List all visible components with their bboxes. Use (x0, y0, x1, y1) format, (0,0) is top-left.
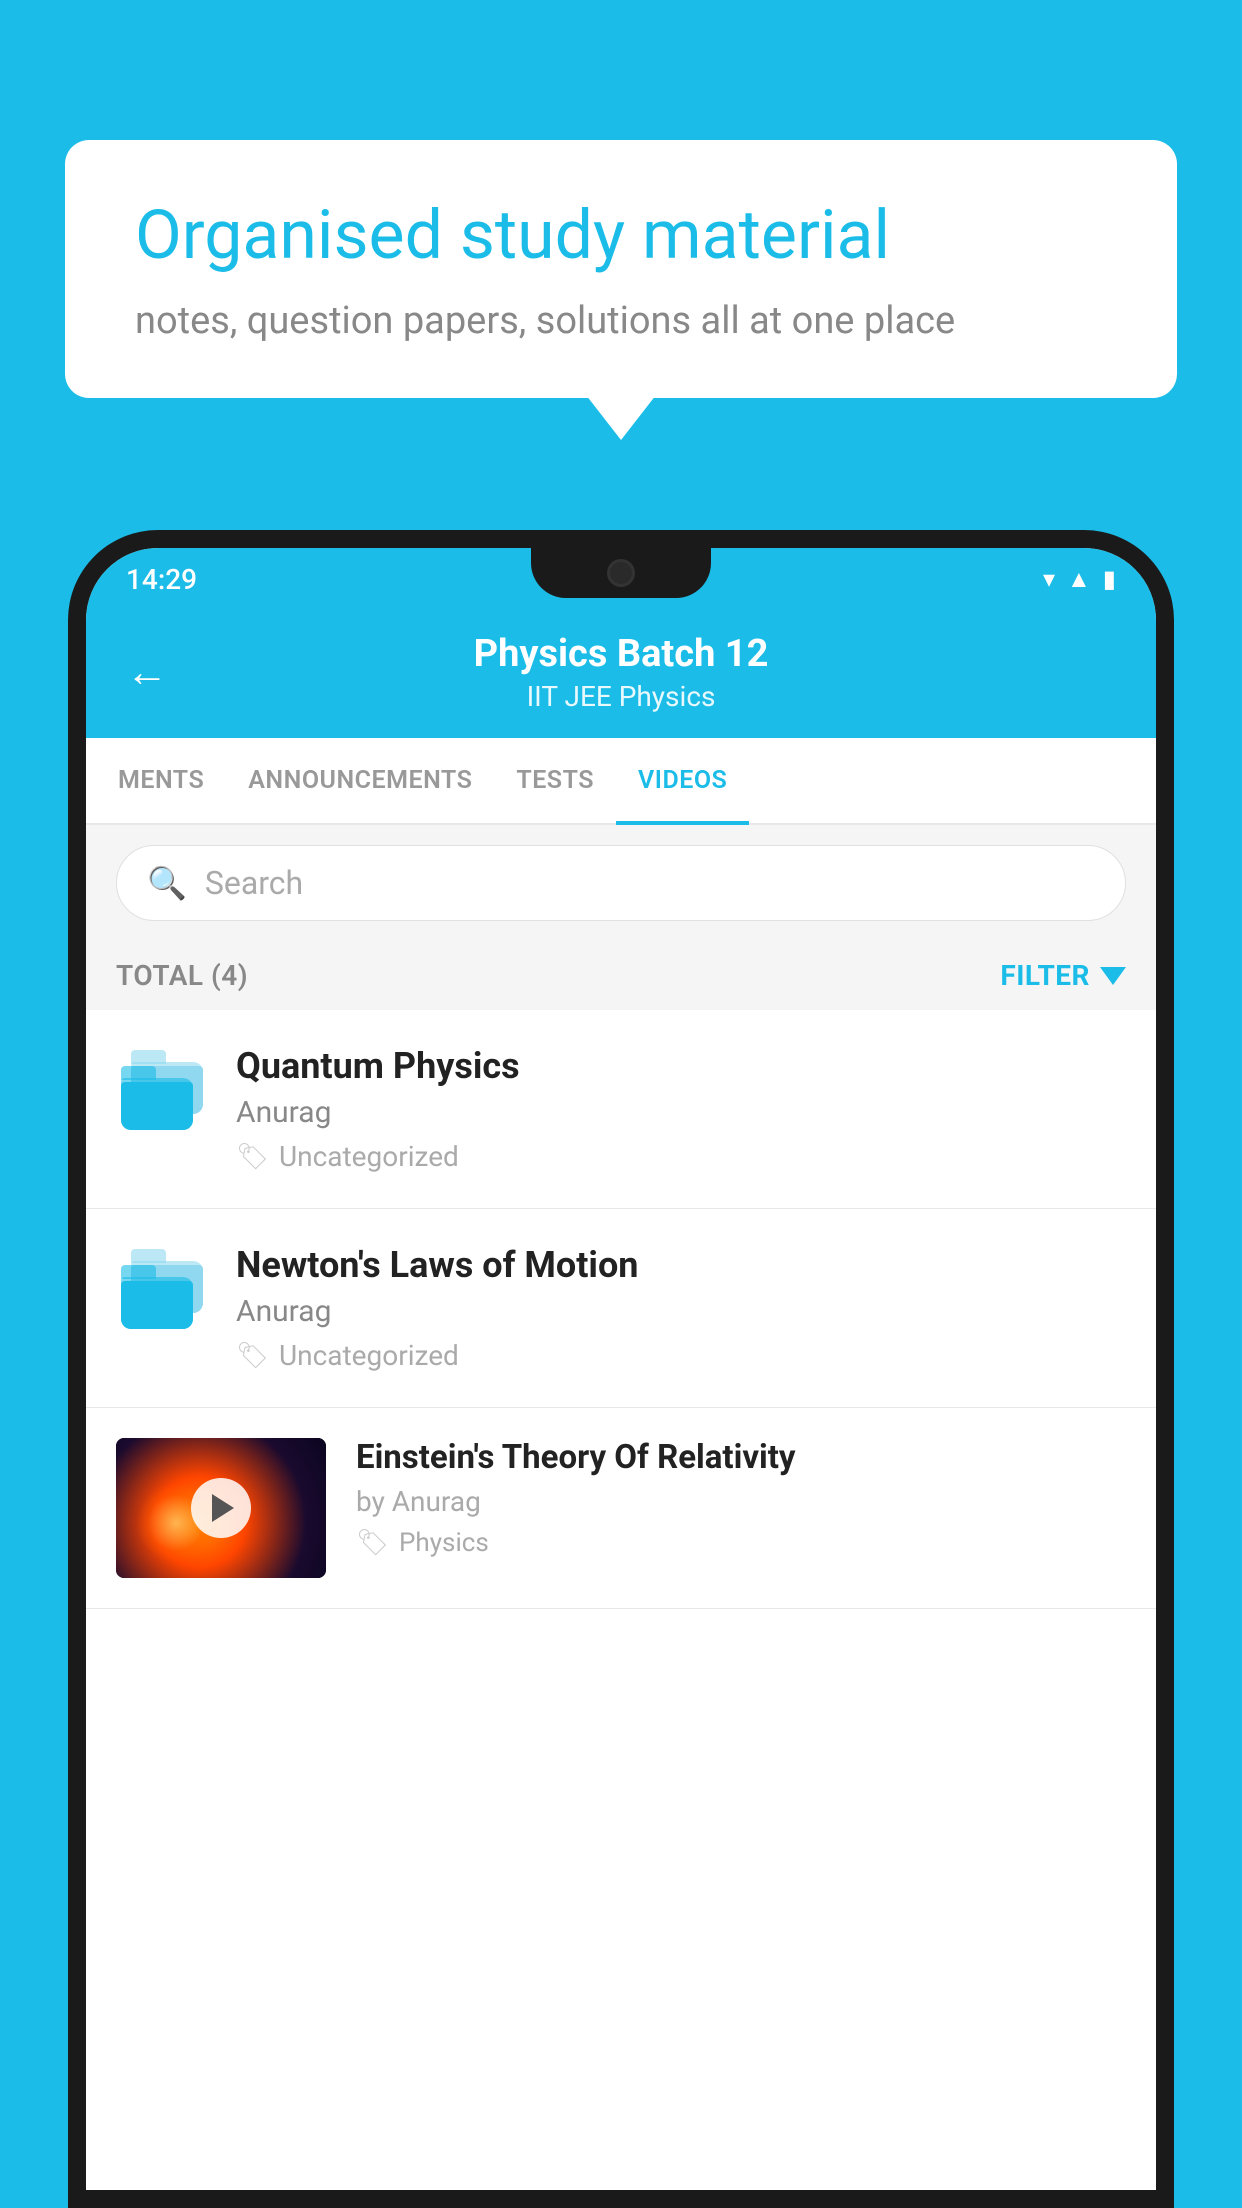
content-list: Quantum Physics Anurag 🏷 Uncategorized (86, 1010, 1156, 1609)
search-container: 🔍 Search (86, 825, 1156, 941)
status-time: 14:29 (126, 563, 197, 596)
video-info-1: Quantum Physics Anurag 🏷 Uncategorized (236, 1045, 1126, 1173)
signal-icon: ▲ (1067, 565, 1091, 594)
back-button[interactable]: ← (126, 648, 168, 697)
folder-icon-2 (116, 1244, 206, 1324)
tab-videos[interactable]: VIDEOS (616, 738, 749, 823)
tab-announcements[interactable]: ANNOUNCEMENTS (226, 738, 494, 823)
tag-icon: 🏷 (236, 1142, 269, 1172)
battery-icon: ▮ (1103, 565, 1116, 593)
speech-bubble-area: Organised study material notes, question… (65, 140, 1177, 398)
filter-label: FILTER (1000, 959, 1090, 992)
search-box[interactable]: 🔍 Search (116, 845, 1126, 921)
video-title: Newton's Laws of Motion (236, 1244, 1126, 1286)
wifi-icon: ▾ (1043, 565, 1055, 593)
video-author: Anurag (236, 1294, 1126, 1329)
video-info-3: Einstein's Theory Of Relativity by Anura… (356, 1438, 1126, 1558)
video-title: Quantum Physics (236, 1045, 1126, 1087)
filter-icon (1100, 967, 1126, 985)
list-item[interactable]: Einstein's Theory Of Relativity by Anura… (86, 1408, 1156, 1609)
play-icon (212, 1494, 234, 1522)
bubble-subtitle: notes, question papers, solutions all at… (135, 299, 1107, 343)
phone-camera (607, 559, 635, 587)
header-title-area: Physics Batch 12 IIT JEE Physics (198, 632, 1044, 713)
play-button[interactable] (191, 1478, 251, 1538)
list-item[interactable]: Quantum Physics Anurag 🏷 Uncategorized (86, 1010, 1156, 1209)
tag-label: Uncategorized (279, 1339, 459, 1372)
phone-screen: 14:29 ▾ ▲ ▮ ← Physics Batch 12 IIT JEE P… (86, 548, 1156, 2190)
video-tag: 🏷 Physics (356, 1528, 1126, 1558)
list-item[interactable]: Newton's Laws of Motion Anurag 🏷 Uncateg… (86, 1209, 1156, 1408)
header-subtitle: IIT JEE Physics (198, 680, 1044, 713)
video-tag: 🏷 Uncategorized (236, 1339, 1126, 1372)
filter-button[interactable]: FILTER (1000, 959, 1126, 992)
tag-label: Uncategorized (279, 1140, 459, 1173)
tag-icon: 🏷 (236, 1341, 269, 1371)
speech-bubble: Organised study material notes, question… (65, 140, 1177, 398)
tab-tests[interactable]: TESTS (494, 738, 616, 823)
total-count: TOTAL (4) (116, 959, 248, 992)
tab-assignments[interactable]: MENTS (96, 738, 226, 823)
video-tag: 🏷 Uncategorized (236, 1140, 1126, 1173)
video-author: Anurag (236, 1095, 1126, 1130)
video-title: Einstein's Theory Of Relativity (356, 1438, 1126, 1477)
header-title: Physics Batch 12 (198, 632, 1044, 676)
status-icons: ▾ ▲ ▮ (1043, 565, 1116, 594)
search-icon: 🔍 (147, 864, 187, 902)
search-input[interactable]: Search (205, 864, 303, 902)
folder-icon-1 (116, 1045, 206, 1125)
filter-row: TOTAL (4) FILTER (86, 941, 1156, 1010)
video-info-2: Newton's Laws of Motion Anurag 🏷 Uncateg… (236, 1244, 1126, 1372)
tabs-bar: MENTS ANNOUNCEMENTS TESTS VIDEOS (86, 738, 1156, 825)
bubble-title: Organised study material (135, 195, 1107, 277)
video-author: by Anurag (356, 1485, 1126, 1518)
video-thumbnail (116, 1438, 326, 1578)
phone-notch (531, 548, 711, 598)
tag-icon: 🏷 (356, 1528, 389, 1558)
app-header: ← Physics Batch 12 IIT JEE Physics (86, 610, 1156, 738)
phone-frame: 14:29 ▾ ▲ ▮ ← Physics Batch 12 IIT JEE P… (68, 530, 1174, 2208)
tag-label: Physics (399, 1528, 489, 1558)
